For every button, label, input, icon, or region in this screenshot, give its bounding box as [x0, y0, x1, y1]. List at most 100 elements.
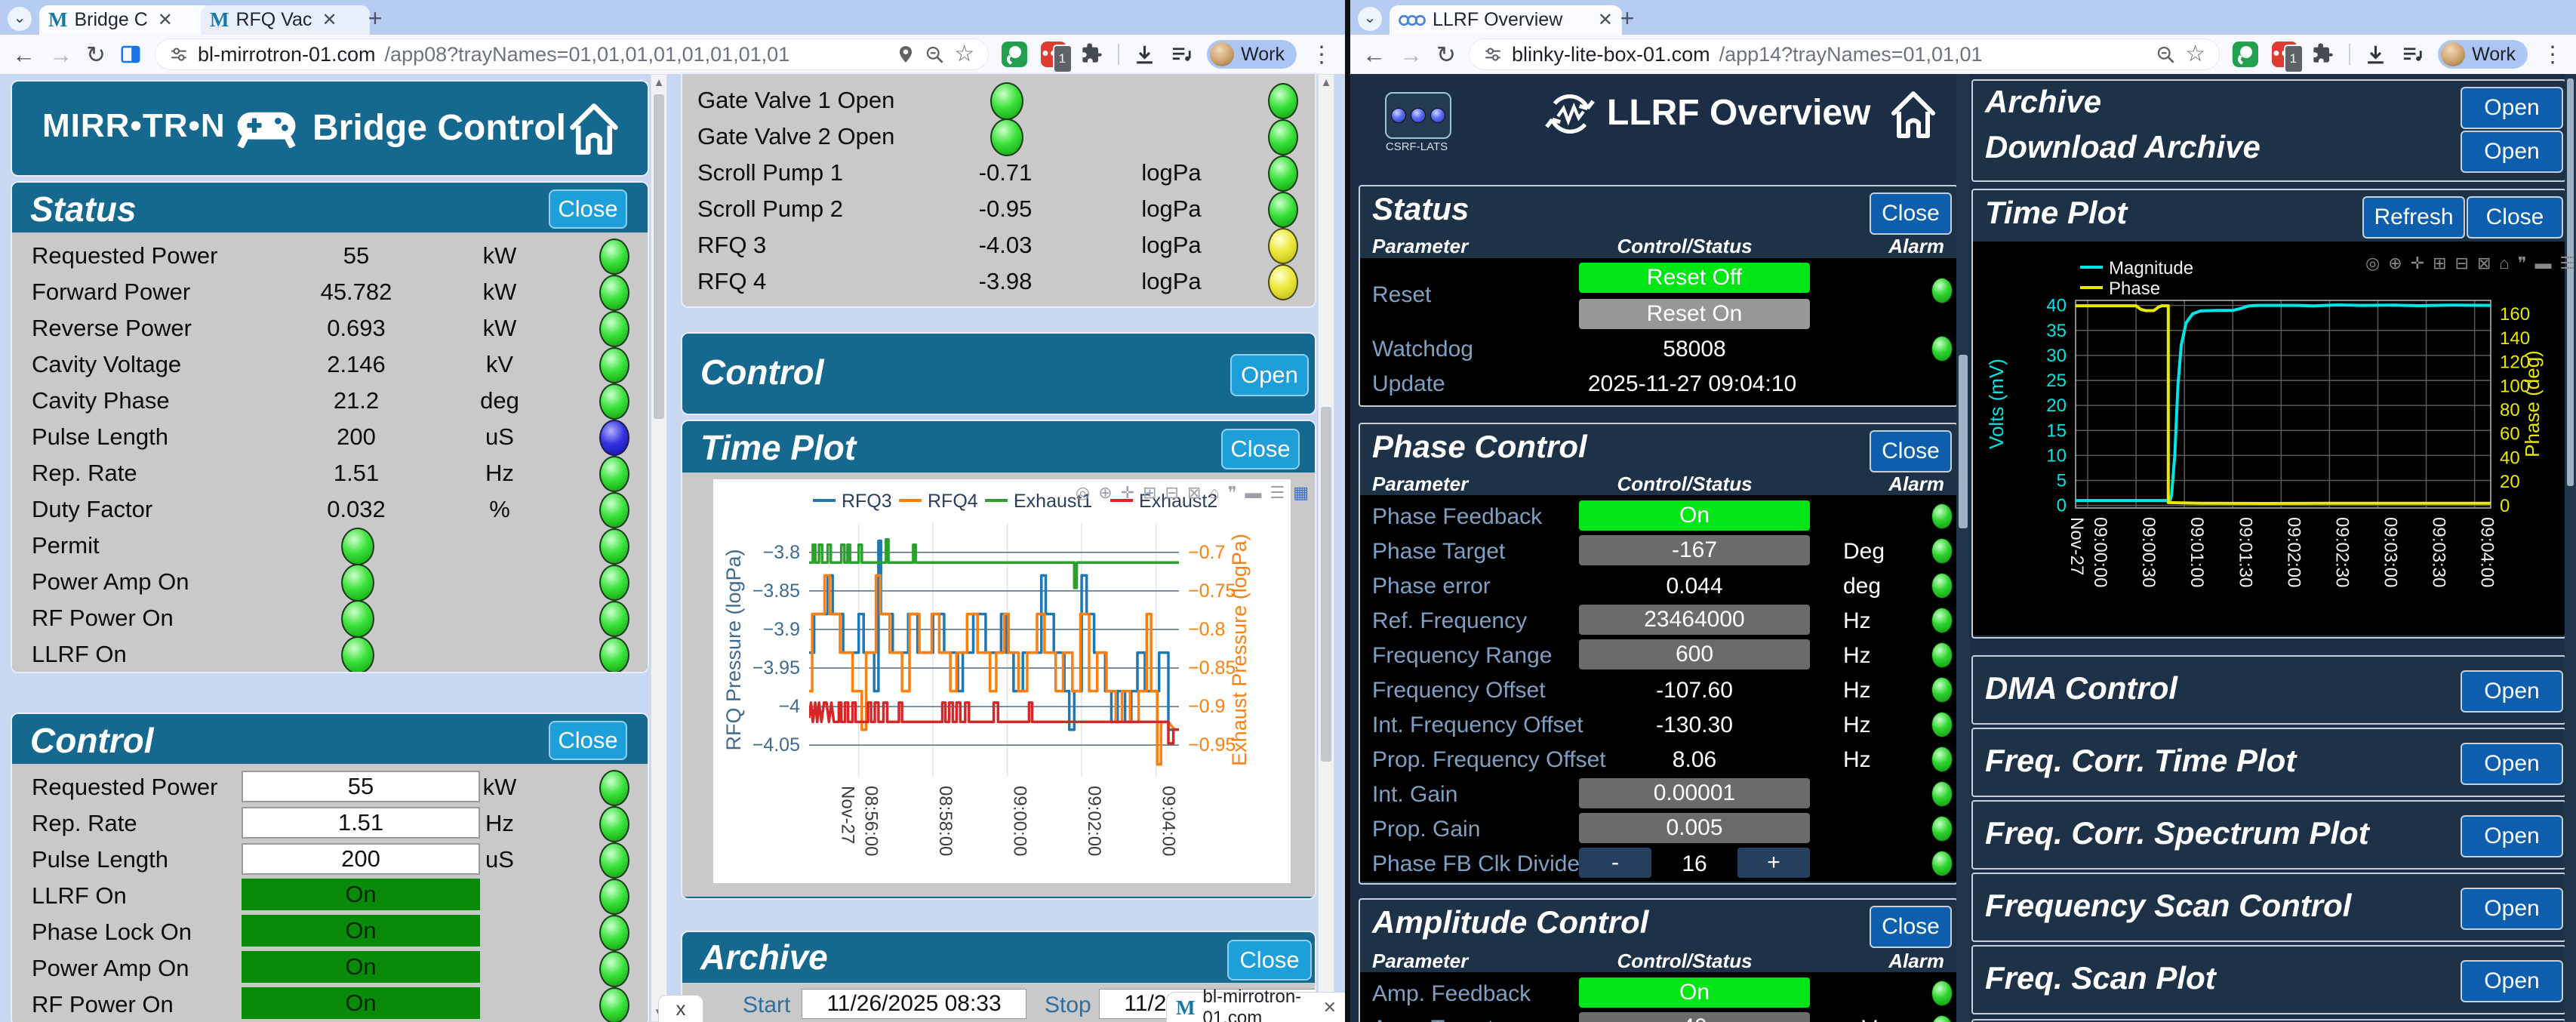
toggle-on-button[interactable]: On: [242, 987, 480, 1019]
zoom-out-icon[interactable]: ⊟: [2455, 254, 2469, 273]
home-icon[interactable]: [1889, 86, 1937, 143]
close-button[interactable]: Close: [549, 721, 627, 760]
value-field[interactable]: 600: [1579, 639, 1810, 670]
column-scrollbar[interactable]: ▲ ▼: [1318, 74, 1334, 1022]
scrollbar-thumb[interactable]: [1321, 407, 1331, 762]
close-button[interactable]: Close: [549, 189, 627, 229]
tab-close-icon[interactable]: ✕: [1598, 9, 1613, 31]
reload-icon[interactable]: ↻: [1436, 43, 1456, 66]
zoom-out-icon[interactable]: ⊟: [1165, 483, 1179, 503]
notification-close-box[interactable]: x: [658, 995, 703, 1022]
value-field[interactable]: -167: [1579, 535, 1810, 565]
hover-closest-icon[interactable]: ❞: [1228, 483, 1237, 503]
hover-compare-icon[interactable]: ▬: [1245, 483, 1262, 503]
scroll-up-icon[interactable]: ▲: [1319, 75, 1334, 91]
toggle-on-button[interactable]: On: [242, 951, 480, 983]
open-button[interactable]: Open: [2461, 87, 2563, 129]
evernote-extension-icon[interactable]: [2233, 42, 2258, 67]
start-datetime-input[interactable]: 11/26/2025 08:33: [802, 989, 1026, 1019]
reset-axes-icon[interactable]: ⌂: [1209, 483, 1219, 503]
hover-compare-icon[interactable]: ▬: [2535, 254, 2552, 273]
reading-list-icon[interactable]: [1170, 43, 1193, 66]
refresh-button[interactable]: Refresh: [2362, 196, 2465, 239]
zoom-icon[interactable]: ⊕: [1098, 483, 1112, 503]
close-button[interactable]: Close: [1870, 906, 1952, 948]
red-extension-icon[interactable]: ●●● 1: [1041, 42, 1066, 67]
value-field[interactable]: 0.005: [1579, 813, 1810, 843]
page-scrollbar[interactable]: [2565, 74, 2576, 1022]
forward-icon[interactable]: →: [49, 43, 72, 66]
hover-closest-icon[interactable]: ❞: [2518, 254, 2527, 273]
llrf-time-plot-chart[interactable]: 051015202530354002040608010012014016009:…: [1977, 249, 2562, 634]
site-settings-icon[interactable]: [169, 45, 189, 64]
red-extension-icon[interactable]: ●●● 1: [2272, 42, 2297, 67]
new-tab-button[interactable]: +: [1614, 6, 1640, 32]
reload-icon[interactable]: ↻: [86, 43, 106, 66]
autoscale-icon[interactable]: ⊠: [2477, 254, 2491, 273]
downloads-icon[interactable]: [1133, 43, 1156, 66]
bookmark-star-icon[interactable]: ☆: [2185, 43, 2205, 66]
tab-search-button[interactable]: ⌄: [8, 7, 32, 31]
zoom-indicator-icon[interactable]: [925, 45, 945, 65]
side-panel-icon[interactable]: [119, 43, 142, 66]
close-button[interactable]: Close: [1870, 192, 1952, 235]
tab-llrf-overview[interactable]: LLRF Overview ✕: [1390, 5, 1622, 35]
camera-icon[interactable]: ◎: [1076, 483, 1090, 503]
home-icon[interactable]: [568, 98, 620, 160]
spikelines-icon[interactable]: ☰: [1270, 483, 1285, 503]
tab-close-icon[interactable]: ✕: [322, 9, 337, 31]
open-button[interactable]: Open: [2461, 670, 2563, 713]
toggle-on-button[interactable]: On: [242, 879, 480, 910]
value-field[interactable]: 40: [1579, 1012, 1810, 1022]
extensions-puzzle-icon[interactable]: [2311, 42, 2335, 66]
tab-bridge-control[interactable]: M Bridge C ✕: [39, 5, 214, 35]
scroll-up-icon[interactable]: ▲: [651, 75, 666, 91]
open-button[interactable]: Open: [2461, 960, 2563, 1002]
value-field[interactable]: 0.00001: [1579, 778, 1810, 808]
site-settings-icon[interactable]: [1483, 45, 1503, 64]
bookmark-star-icon[interactable]: ☆: [954, 43, 974, 66]
close-icon[interactable]: ✕: [1323, 998, 1337, 1017]
column-scrollbar[interactable]: [1956, 74, 1970, 1022]
value-field[interactable]: 23464000: [1579, 605, 1810, 635]
browser-menu-icon[interactable]: ⋮: [1310, 42, 1333, 68]
evernote-extension-icon[interactable]: [1002, 42, 1027, 67]
column-scrollbar[interactable]: ▲ ▼: [651, 74, 667, 1022]
back-icon[interactable]: ←: [12, 43, 35, 66]
scrollbar-thumb[interactable]: [2567, 78, 2574, 486]
autoscale-icon[interactable]: ⊠: [1187, 483, 1201, 503]
close-button[interactable]: Close: [2467, 196, 2563, 239]
close-button[interactable]: Close: [1221, 429, 1300, 469]
decrement-button[interactable]: -: [1579, 848, 1651, 878]
forward-icon[interactable]: →: [1399, 43, 1423, 66]
reset-off-button[interactable]: Reset Off: [1579, 263, 1810, 293]
plotly-logo-icon[interactable]: ▦: [1293, 483, 1309, 503]
open-button[interactable]: Open: [1230, 354, 1309, 396]
reset-on-button[interactable]: Reset On: [1579, 299, 1810, 329]
reading-list-icon[interactable]: [2401, 43, 2424, 66]
new-tab-button[interactable]: +: [362, 6, 388, 32]
scrollbar-thumb[interactable]: [1959, 355, 1968, 528]
tab-rfq-vacuum[interactable]: M RFQ Vac ✕: [201, 5, 370, 35]
camera-icon[interactable]: ◎: [2365, 254, 2380, 273]
downloads-icon[interactable]: [2364, 43, 2387, 66]
address-bar[interactable]: blinky-lite-box-01.com/app14?trayNames=0…: [1470, 39, 2219, 69]
open-button[interactable]: Open: [2461, 888, 2563, 930]
address-bar[interactable]: bl-mirrotron-01.com/app08?trayNames=01,0…: [155, 39, 988, 69]
vacuum-time-plot-chart[interactable]: −3.8−3.85−3.9−3.95−4−4.05−0.7−0.75−0.8−0…: [713, 479, 1291, 883]
extensions-puzzle-icon[interactable]: [1080, 42, 1104, 66]
open-button[interactable]: Open: [2461, 743, 2563, 785]
on-toggle-button[interactable]: On: [1579, 500, 1810, 531]
back-icon[interactable]: ←: [1362, 43, 1386, 66]
tab-search-button[interactable]: ⌄: [1358, 7, 1382, 31]
scrollbar-thumb[interactable]: [654, 94, 664, 419]
increment-button[interactable]: +: [1737, 848, 1810, 878]
reset-axes-icon[interactable]: ⌂: [2499, 254, 2509, 273]
zoom-in-icon[interactable]: ⊞: [1143, 483, 1156, 503]
close-button[interactable]: Close: [1227, 940, 1312, 980]
browser-menu-icon[interactable]: ⋮: [2541, 42, 2564, 68]
profile-chip[interactable]: Work: [1207, 40, 1297, 69]
zoom-in-icon[interactable]: ⊞: [2433, 254, 2446, 273]
close-button[interactable]: Close: [1870, 430, 1952, 473]
zoom-icon[interactable]: ⊕: [2388, 254, 2402, 273]
